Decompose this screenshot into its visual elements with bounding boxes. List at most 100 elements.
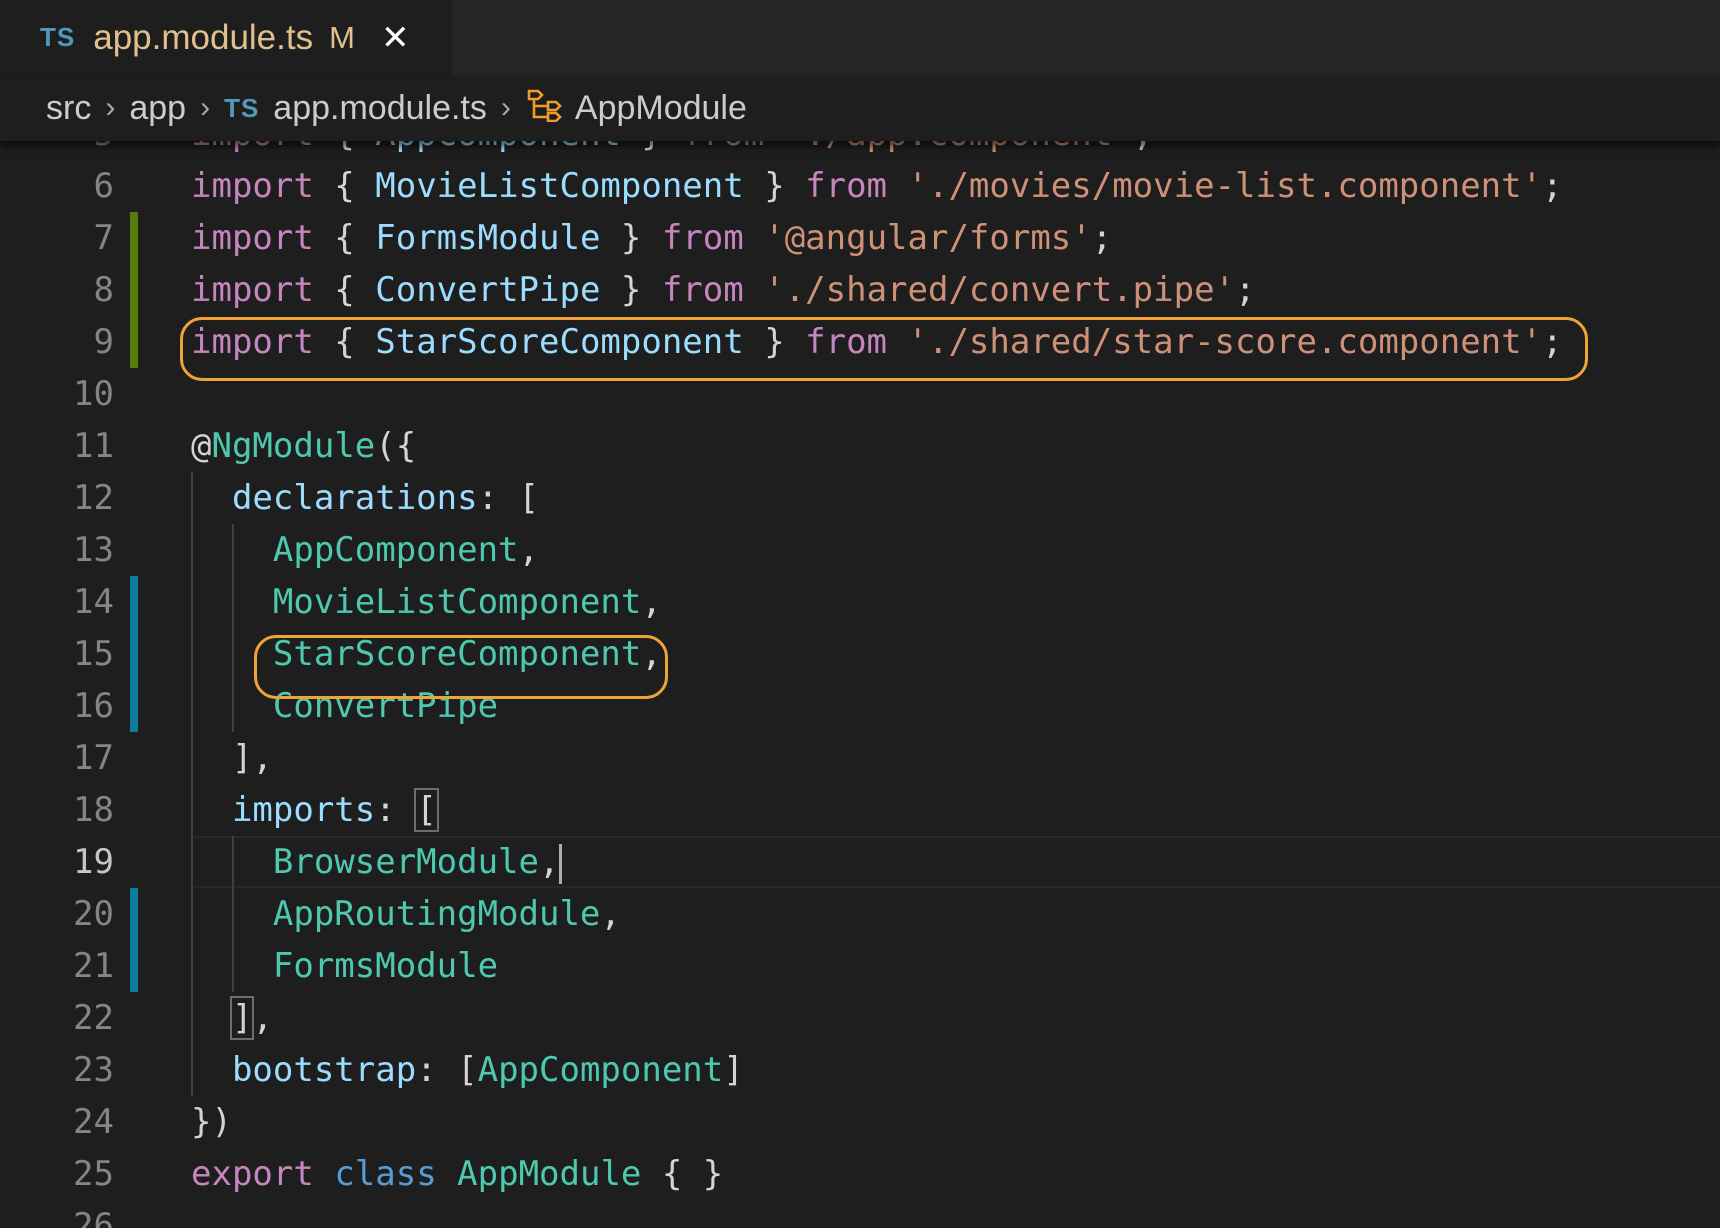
- git-added-marker[interactable]: [130, 264, 138, 316]
- chevron-right-icon: ›: [500, 91, 511, 124]
- breadcrumb-item-symbol[interactable]: AppModule: [575, 89, 747, 128]
- code-line[interactable]: 20 AppRoutingModule,: [0, 888, 1720, 940]
- breadcrumb-item-app[interactable]: app: [129, 89, 186, 128]
- code-token: {: [313, 218, 376, 258]
- code-text: StarScoreComponent,: [191, 628, 662, 680]
- code-token: ({: [375, 426, 417, 466]
- git-modified-marker[interactable]: [130, 576, 138, 628]
- code-line[interactable]: 25 export class AppModule { }: [0, 1148, 1720, 1200]
- code-token: }: [600, 270, 662, 310]
- chevron-right-icon: ›: [200, 91, 211, 124]
- class-symbol-icon: [525, 86, 565, 131]
- code-line[interactable]: 23 bootstrap: [AppComponent]: [0, 1044, 1720, 1096]
- code-line[interactable]: 15 StarScoreComponent,: [0, 628, 1720, 680]
- code-token: import: [191, 141, 314, 154]
- code-token: ,: [641, 634, 662, 674]
- code-token: ,: [518, 530, 540, 570]
- code-line[interactable]: 16 ConvertPipe: [0, 680, 1720, 732]
- code-token: : [: [416, 1050, 478, 1090]
- code-text: imports: [: [191, 784, 439, 836]
- code-text: ],: [191, 732, 273, 784]
- code-token: from: [682, 141, 764, 154]
- line-number: 25: [73, 1154, 114, 1194]
- code-token: NgModule: [211, 426, 376, 466]
- code-token: AppModule: [457, 1154, 642, 1194]
- code-text: import { MovieListComponent } from './mo…: [191, 160, 1563, 212]
- code-token: StarScoreComponent: [272, 634, 642, 674]
- code-token: MovieListComponent: [375, 166, 744, 206]
- code-token: {: [313, 270, 376, 310]
- indent-guide: [232, 836, 234, 992]
- code-token: ]: [229, 996, 255, 1040]
- line-number: 7: [93, 218, 114, 258]
- editor-tab-app-module[interactable]: TS app.module.ts M ✕: [0, 0, 452, 75]
- git-added-marker[interactable]: [130, 212, 138, 264]
- code-line[interactable]: 17 ],: [0, 732, 1720, 784]
- code-token: from: [805, 166, 888, 206]
- code-token: export: [191, 1154, 314, 1194]
- git-modified-marker[interactable]: [130, 628, 138, 680]
- code-text: ],: [191, 992, 273, 1044]
- code-line[interactable]: 14 MovieListComponent,: [0, 576, 1720, 628]
- close-icon[interactable]: ✕: [381, 21, 410, 55]
- line-number: 19: [73, 842, 114, 882]
- code-token: class: [334, 1154, 437, 1194]
- git-added-marker[interactable]: [130, 316, 138, 368]
- code-text: }): [191, 1096, 232, 1148]
- code-line[interactable]: 26: [0, 1200, 1720, 1228]
- line-number: 9: [93, 322, 114, 362]
- line-number: 23: [73, 1050, 114, 1090]
- code-editor[interactable]: 5 import { AppComponent } from './app.com…: [0, 141, 1720, 1228]
- code-token: './app.component': [785, 141, 1133, 154]
- code-line[interactable]: 6 import { MovieListComponent } from './m…: [0, 160, 1720, 212]
- code-token: }): [191, 1102, 232, 1142]
- code-line[interactable]: 19 BrowserModule,: [0, 836, 1720, 888]
- code-line[interactable]: 21 FormsModule: [0, 940, 1720, 992]
- code-line[interactable]: 11 @NgModule({: [0, 420, 1720, 472]
- line-number: 12: [73, 478, 114, 518]
- tab-title: app.module.ts: [93, 17, 314, 57]
- code-token: ConvertPipe: [272, 686, 499, 726]
- code-token: MovieListComponent: [272, 582, 642, 622]
- git-modified-marker[interactable]: [130, 940, 138, 992]
- code-line[interactable]: 7 import { FormsModule } from '@angular/f…: [0, 212, 1720, 264]
- code-token: {: [314, 141, 375, 154]
- code-text: AppComponent,: [191, 524, 539, 576]
- breadcrumb-item-file[interactable]: app.module.ts: [273, 89, 487, 128]
- code-text: MovieListComponent,: [191, 576, 662, 628]
- code-token: FormsModule: [375, 218, 601, 258]
- code-token: ;: [1542, 166, 1563, 206]
- code-token: }: [743, 322, 806, 362]
- code-text: import { ConvertPipe } from './shared/co…: [191, 264, 1256, 316]
- line-number: 20: [73, 894, 114, 934]
- code-token: import: [191, 322, 314, 362]
- code-line[interactable]: 24}): [0, 1096, 1720, 1148]
- line-number: 17: [73, 738, 114, 778]
- code-line[interactable]: 9 import { StarScoreComponent } from './s…: [0, 316, 1720, 368]
- code-token: './movies/movie-list.component': [907, 166, 1543, 206]
- code-token: AppComponent: [375, 141, 621, 154]
- line-number: 16: [73, 686, 114, 726]
- code-text: AppRoutingModule,: [191, 888, 621, 940]
- breadcrumb-item-src[interactable]: src: [46, 89, 91, 128]
- code-line[interactable]: 12 declarations: [: [0, 472, 1720, 524]
- code-line[interactable]: 22 ],: [0, 992, 1720, 1044]
- code-token: ,: [252, 998, 273, 1038]
- code-token: {: [313, 166, 376, 206]
- code-line[interactable]: 5 import { AppComponent } from './app.com…: [0, 141, 1720, 160]
- chevron-right-icon: ›: [105, 91, 116, 124]
- code-token: :: [375, 790, 417, 830]
- code-token: AppComponent: [477, 1050, 724, 1090]
- code-line[interactable]: 8 import { ConvertPipe } from './shared/c…: [0, 264, 1720, 316]
- git-modified-marker[interactable]: [130, 680, 138, 732]
- git-modified-marker[interactable]: [130, 888, 138, 940]
- code-line[interactable]: 18 imports: [: [0, 784, 1720, 836]
- code-line[interactable]: 13 AppComponent,: [0, 524, 1720, 576]
- code-line[interactable]: 10: [0, 368, 1720, 420]
- code-token: from: [661, 218, 744, 258]
- code-text: declarations: [: [191, 472, 539, 524]
- code-token: import: [191, 166, 314, 206]
